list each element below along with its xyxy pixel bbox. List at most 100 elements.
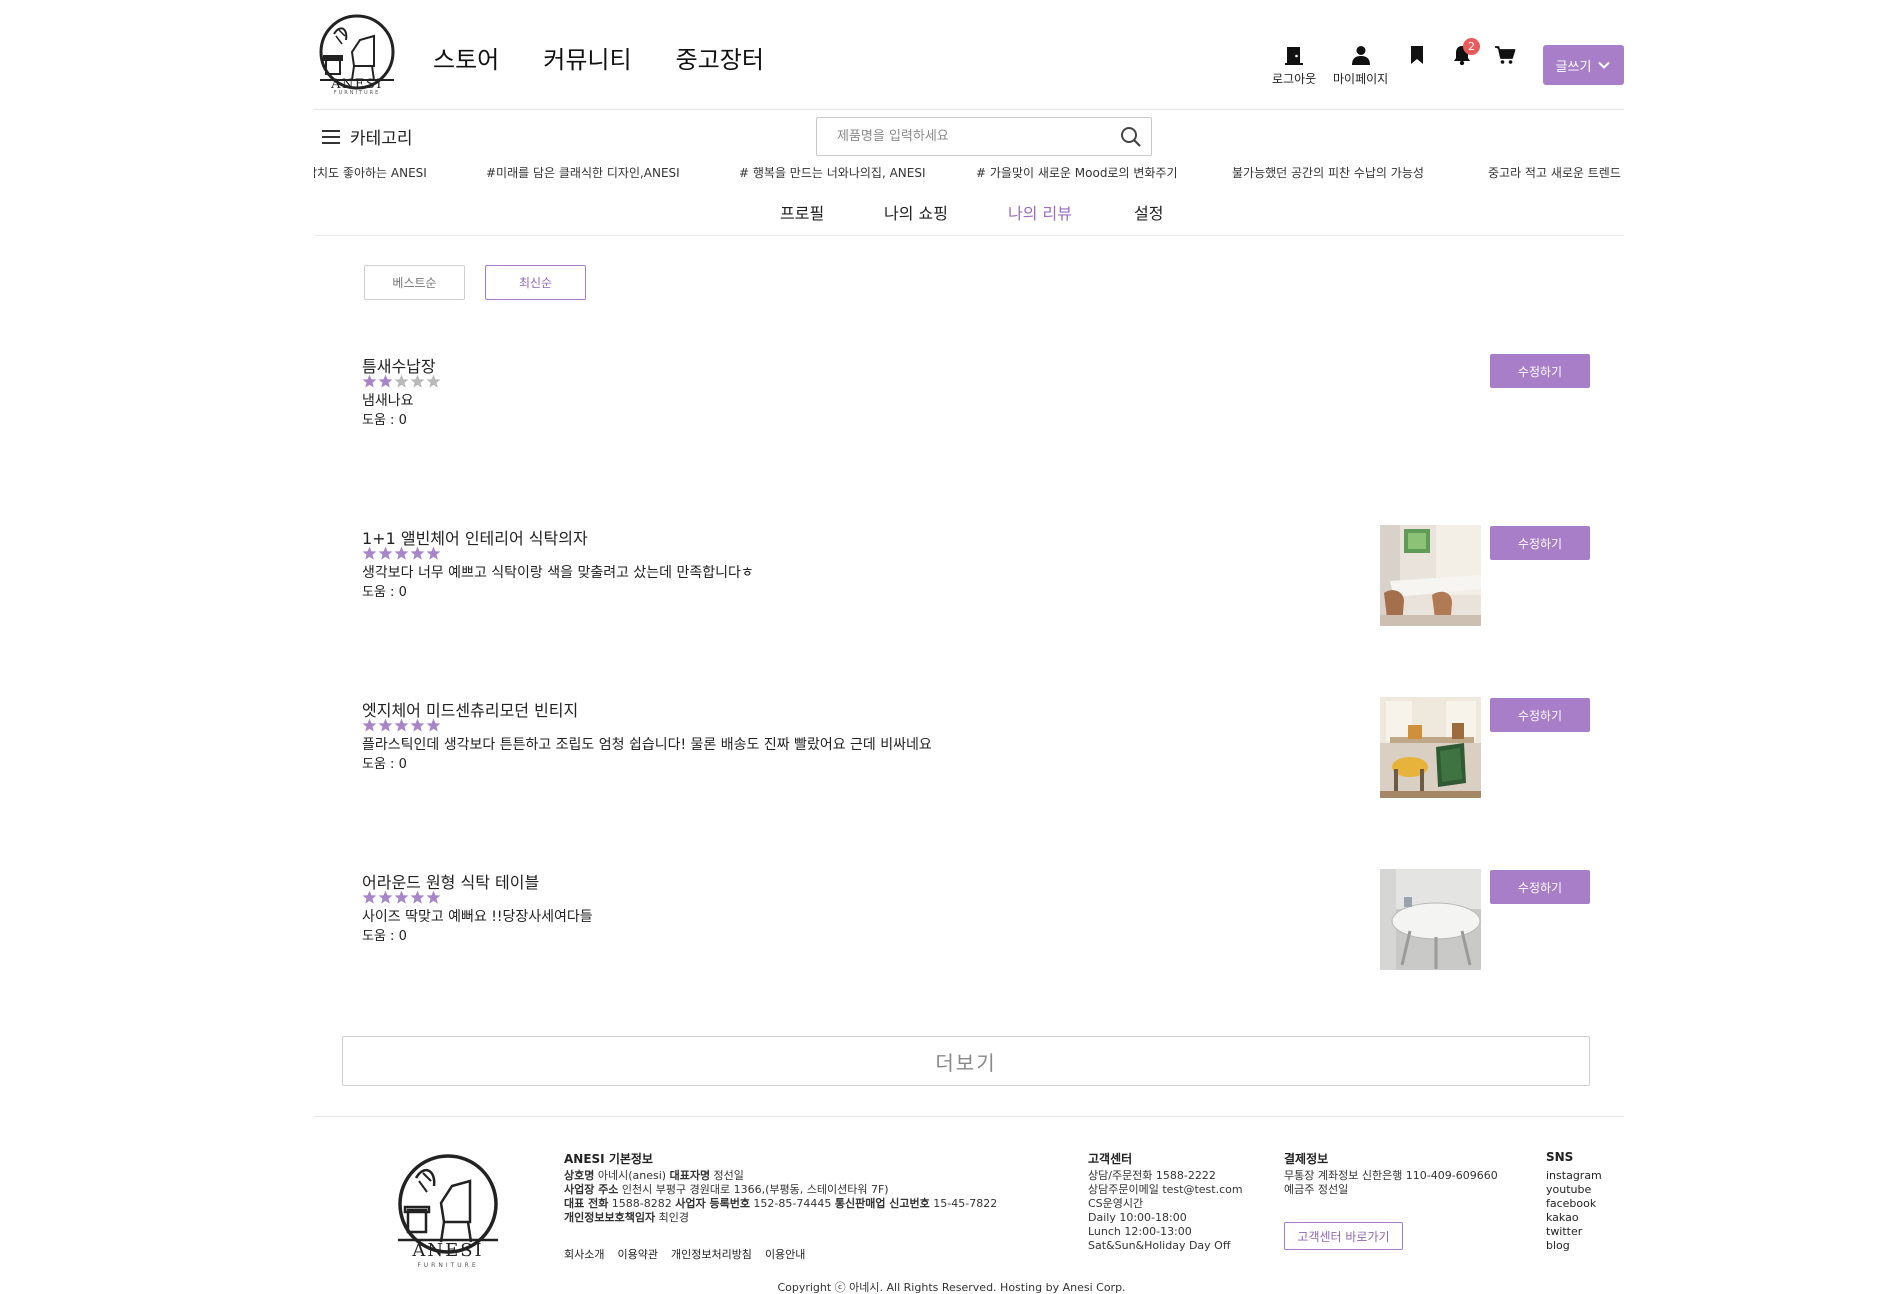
footer-link-guide[interactable]: 이용안내: [765, 1246, 805, 1262]
nav-used-market[interactable]: 중고장터: [676, 40, 764, 75]
door-icon: [1285, 47, 1304, 65]
cart-icon: [1495, 46, 1516, 64]
user-icon: [1351, 46, 1370, 65]
company-info-label: 사업장 주소: [564, 1183, 619, 1196]
ticker-item[interactable]: # 가을맞이 새로운 Mood로의 변화주기: [976, 164, 1178, 181]
footer-link-about[interactable]: 회사소개: [564, 1246, 604, 1262]
bookmark-icon: [1411, 46, 1423, 64]
tabs-divider: [314, 235, 1624, 236]
company-info-value: 15-45-7822: [929, 1197, 998, 1210]
star-empty-icon: [426, 374, 441, 388]
star-filled-icon: [426, 890, 441, 904]
company-info-value: 152-85-74445: [749, 1197, 835, 1210]
customer-center-info: 상담/주문전화 1588-2222 상담주문이메일 test@test.com …: [1088, 1169, 1243, 1253]
main-nav: 스토어 커뮤니티 중고장터: [433, 40, 764, 75]
company-info-value: 아네시(anesi): [594, 1169, 670, 1182]
review-rating: [362, 374, 441, 389]
hamburger-icon: [322, 129, 340, 144]
review-helpful-count: 도움 : 0: [362, 929, 407, 944]
company-info-line: 사업장 주소 인천시 부평구 경원대로 1366,(부평동, 스테이션타워 7F…: [564, 1183, 997, 1197]
logout-button[interactable]: 로그아웃: [1272, 44, 1316, 87]
payment-info-heading: 결제정보: [1284, 1152, 1329, 1166]
ticker-item[interactable]: #미래를 담은 클래식한 디자인,ANESI: [486, 164, 680, 181]
star-filled-icon: [394, 718, 409, 732]
review-helpful-count: 도움 : 0: [362, 585, 407, 600]
sort-best-button[interactable]: 베스트순: [364, 265, 465, 300]
footer-link-privacy[interactable]: 개인정보처리방침: [671, 1246, 752, 1262]
nav-community[interactable]: 커뮤니티: [543, 40, 631, 75]
ticker-item[interactable]: # 행복을 만드는 너와나의집, ANESI: [739, 164, 926, 181]
sns-links: instagram youtube facebook kakao twitter…: [1546, 1169, 1602, 1253]
category-label: 카테고리: [350, 129, 413, 149]
payment-line: 예금주 정선일: [1284, 1183, 1349, 1196]
review-photo-dining-chairs[interactable]: [1380, 525, 1481, 626]
tab-my-shopping[interactable]: 나의 쇼핑: [884, 200, 948, 224]
sort-latest-button[interactable]: 최신순: [485, 265, 586, 300]
star-empty-icon: [394, 374, 409, 388]
ticker-item[interactable]: 불가능했던 공간의 피찬 수납의 가능성: [1232, 164, 1424, 181]
write-button[interactable]: 글쓰기: [1543, 45, 1624, 85]
review-rating: [362, 718, 441, 733]
footer-link-terms[interactable]: 이용약관: [617, 1246, 657, 1262]
footer-links: 회사소개 이용약관 개인정보처리방침 이용안내: [564, 1246, 805, 1262]
star-filled-icon: [378, 546, 393, 560]
hashtag-ticker: 갑치도 좋아하는 ANESI #미래를 담은 클래식한 디자인,ANESI # …: [314, 164, 1624, 182]
notification-button[interactable]: 2: [1451, 38, 1480, 66]
company-info-label: 대표 전화: [564, 1197, 609, 1210]
star-filled-icon: [362, 718, 377, 732]
sns-link-instagram[interactable]: instagram: [1546, 1169, 1602, 1183]
customer-center-button[interactable]: 고객센터 바로가기: [1284, 1222, 1403, 1250]
review-photo-round-table[interactable]: [1380, 869, 1481, 970]
company-info-value: 인천시 부평구 경원대로 1366,(부평동, 스테이션타워 7F): [618, 1183, 889, 1196]
cs-line: 상담주문이메일 test@test.com: [1088, 1183, 1243, 1196]
tab-my-reviews[interactable]: 나의 리뷰: [1008, 200, 1072, 224]
company-info-heading: ANESI 기본정보: [564, 1152, 653, 1166]
company-info-line: 대표 전화 1588-8282 사업자 등록번호 152-85-74445 통신…: [564, 1197, 997, 1211]
star-empty-icon: [410, 374, 425, 388]
copyright: Copyright ⓒ 아네시. All Rights Reserved. Ho…: [777, 1281, 1126, 1294]
cs-line: Lunch 12:00-13:00: [1088, 1225, 1192, 1238]
logout-label: 로그아웃: [1272, 72, 1317, 86]
company-info-label: 통신판매업 신고번호: [834, 1197, 930, 1210]
search-icon[interactable]: [1111, 118, 1151, 155]
tab-profile[interactable]: 프로필: [780, 200, 824, 224]
company-info-value: 최인경: [655, 1211, 689, 1224]
cart-button[interactable]: [1494, 44, 1516, 66]
star-filled-icon: [378, 890, 393, 904]
search-input[interactable]: [817, 118, 1111, 155]
sns-link-facebook[interactable]: facebook: [1546, 1197, 1602, 1211]
star-filled-icon: [362, 374, 377, 388]
write-label: 글쓰기: [1555, 59, 1592, 75]
sns-link-blog[interactable]: blog: [1546, 1239, 1602, 1253]
star-filled-icon: [426, 546, 441, 560]
review-content: 플라스틱인데 생각보다 튼튼하고 조립도 엄청 쉽습니다! 물론 배송도 진짜 …: [362, 737, 932, 753]
category-menu[interactable]: 카테고리: [322, 124, 413, 149]
nav-store[interactable]: 스토어: [433, 40, 499, 75]
sns-link-twitter[interactable]: twitter: [1546, 1225, 1602, 1239]
load-more-button[interactable]: 더보기: [342, 1036, 1590, 1086]
star-filled-icon: [394, 890, 409, 904]
cs-line: 상담/주문전화 1588-2222: [1088, 1169, 1216, 1182]
mypage-button[interactable]: 마이페이지: [1333, 44, 1388, 87]
star-filled-icon: [410, 890, 425, 904]
ticker-item[interactable]: 중고라 적고 새로운 트렌드: [1488, 164, 1621, 181]
sns-link-kakao[interactable]: kakao: [1546, 1211, 1602, 1225]
tab-settings[interactable]: 설정: [1134, 200, 1163, 224]
logo-subtext: FURNITURE: [333, 90, 381, 96]
edit-review-button[interactable]: 수정하기: [1490, 526, 1590, 560]
search-bar: [816, 117, 1152, 156]
cs-line: Sat&Sun&Holiday Day Off: [1088, 1239, 1231, 1252]
sns-link-youtube[interactable]: youtube: [1546, 1183, 1602, 1197]
edit-review-button[interactable]: 수정하기: [1490, 354, 1590, 388]
footer-divider: [314, 1116, 1624, 1117]
edit-review-button[interactable]: 수정하기: [1490, 698, 1590, 732]
edit-review-button[interactable]: 수정하기: [1490, 870, 1590, 904]
review-helpful-count: 도움 : 0: [362, 413, 407, 428]
ticker-item[interactable]: 갑치도 좋아하는 ANESI: [314, 164, 427, 181]
company-info: 상호명 아네시(anesi) 대표자명 정선일 사업장 주소 인천시 부평구 경원…: [564, 1169, 997, 1225]
bookmark-button[interactable]: [1406, 44, 1428, 66]
review-photo-edge-chairs[interactable]: [1380, 697, 1481, 798]
sns-heading: SNS: [1546, 1150, 1574, 1164]
footer-logo-subtext: FURNITURE: [417, 1262, 479, 1269]
star-filled-icon: [378, 374, 393, 388]
